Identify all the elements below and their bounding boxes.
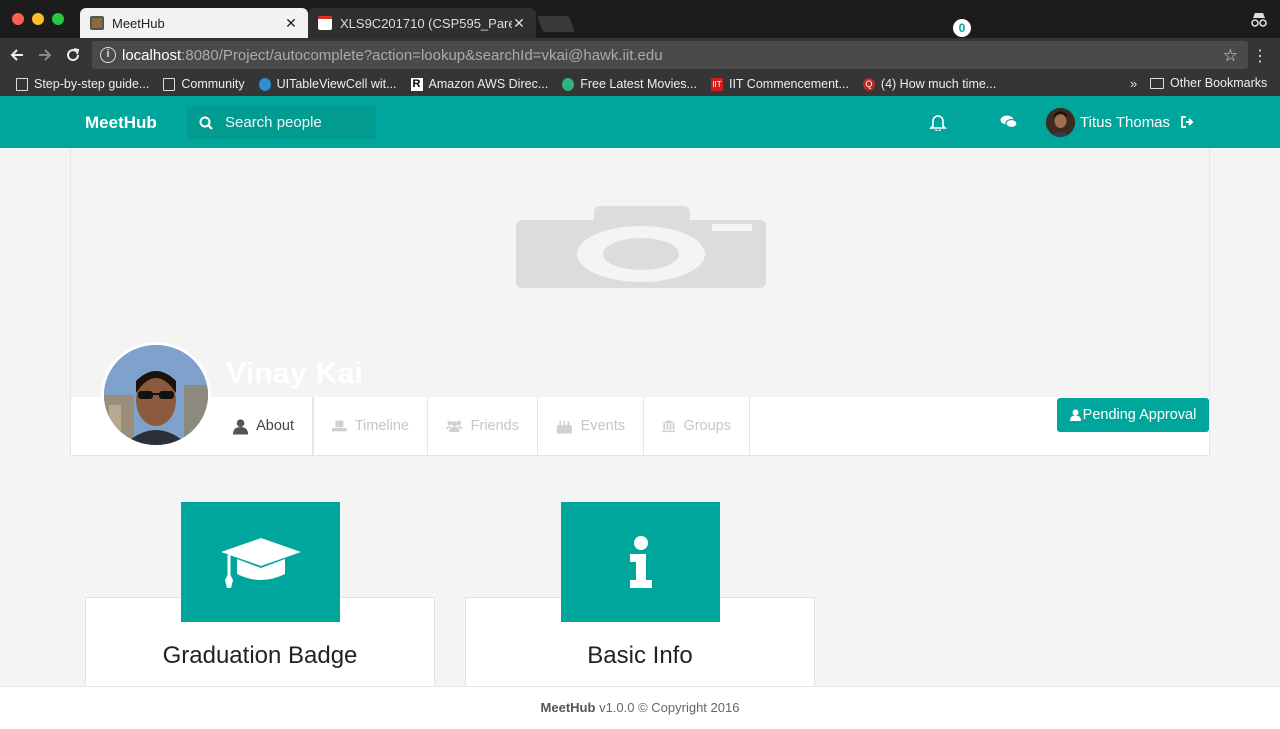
wordpress-icon bbox=[258, 77, 271, 91]
bell-icon[interactable] bbox=[929, 113, 947, 131]
search-icon[interactable] bbox=[187, 106, 225, 139]
play-icon bbox=[562, 77, 575, 91]
browser-menu-icon[interactable]: ⋮ bbox=[1252, 46, 1268, 66]
tab-label: Groups bbox=[683, 418, 731, 434]
close-tab-icon[interactable]: ✕ bbox=[512, 15, 526, 32]
bookmark-star-icon[interactable]: ☆ bbox=[1223, 46, 1238, 66]
bookmark-label: Amazon AWS Direc... bbox=[428, 77, 549, 91]
chat-icon[interactable] bbox=[1000, 114, 1018, 130]
profile-name: Vinay Kai bbox=[226, 357, 364, 390]
bookmark-label: IIT Commencement... bbox=[728, 77, 849, 91]
url-text: localhost:8080/Project/autocomplete?acti… bbox=[122, 46, 663, 64]
reload-icon[interactable] bbox=[64, 46, 82, 64]
bookmark-item[interactable]: Free Latest Movies... bbox=[562, 77, 697, 91]
bookmark-item[interactable]: Step-by-step guide... bbox=[16, 77, 149, 91]
cake-icon bbox=[556, 421, 572, 434]
timeline-icon bbox=[332, 420, 347, 432]
folder-icon bbox=[1150, 77, 1164, 89]
basic-info-card-header bbox=[561, 502, 720, 622]
pending-approval-label: Pending Approval bbox=[1082, 407, 1197, 423]
info-icon bbox=[629, 536, 652, 588]
site-info-icon[interactable]: i bbox=[100, 47, 116, 63]
card-title: Basic Info bbox=[587, 642, 693, 669]
bank-icon bbox=[662, 419, 676, 433]
iit-icon: IIT bbox=[710, 77, 723, 91]
close-tab-icon[interactable]: ✕ bbox=[284, 15, 298, 32]
tab-label: About bbox=[256, 418, 294, 434]
tab-timeline[interactable]: Timeline bbox=[313, 397, 428, 455]
tab-label: Timeline bbox=[354, 418, 409, 434]
notification-count-badge: 0 bbox=[953, 19, 971, 37]
minimize-window-button[interactable] bbox=[32, 13, 44, 25]
browser-tab-bar: MeetHub ✕ XLS9C201710 (CSP595_Pare ✕ bbox=[0, 0, 1280, 38]
maximize-window-button[interactable] bbox=[52, 13, 64, 25]
current-user-avatar[interactable] bbox=[1046, 108, 1075, 137]
graduation-cap-icon bbox=[220, 538, 301, 588]
graduation-badge-card-header bbox=[181, 502, 340, 622]
user-icon bbox=[1069, 409, 1081, 421]
profile-avatar bbox=[101, 342, 211, 448]
footer: MeetHub v1.0.0 © Copyright 2016 bbox=[0, 686, 1280, 729]
user-icon bbox=[233, 418, 249, 435]
other-bookmarks-button[interactable]: Other Bookmarks bbox=[1150, 76, 1267, 90]
bookmark-item[interactable]: Community bbox=[163, 77, 245, 91]
profile-tabs: About Timeline Friends Events Groups bbox=[70, 397, 1210, 456]
new-tab-button[interactable] bbox=[537, 16, 575, 32]
address-bar[interactable]: i localhost:8080/Project/autocomplete?ac… bbox=[92, 41, 1248, 69]
bookmark-label: Step-by-step guide... bbox=[34, 77, 150, 91]
quora-icon: Q bbox=[862, 77, 875, 91]
incognito-icon bbox=[1251, 13, 1267, 27]
bookmark-label: UITableViewCell wit... bbox=[276, 77, 397, 91]
doc-icon bbox=[163, 77, 176, 91]
bookmarks-overflow-button[interactable]: » bbox=[1130, 76, 1137, 91]
card-title: Graduation Badge bbox=[162, 642, 358, 669]
meethub-favicon-icon bbox=[90, 16, 104, 30]
bookmark-label: (4) How much time... bbox=[880, 77, 997, 91]
camera-placeholder-icon bbox=[516, 206, 766, 288]
search-input[interactable] bbox=[225, 114, 365, 131]
tab-title: MeetHub bbox=[112, 15, 165, 31]
gmail-favicon-icon bbox=[318, 16, 332, 30]
bookmark-item[interactable]: Q (4) How much time... bbox=[862, 77, 997, 91]
doc-icon bbox=[16, 77, 28, 91]
forward-arrow-icon[interactable] bbox=[36, 46, 54, 64]
r-icon: R bbox=[410, 77, 423, 91]
footer-copyright: v1.0.0 © Copyright 2016 bbox=[599, 700, 740, 715]
logout-icon[interactable] bbox=[1181, 116, 1195, 128]
bookmark-item[interactable]: R Amazon AWS Direc... bbox=[410, 77, 549, 91]
pending-approval-button[interactable]: Pending Approval bbox=[1057, 398, 1209, 432]
tab-label: Friends bbox=[470, 418, 519, 434]
tab-events[interactable]: Events bbox=[538, 397, 644, 455]
brand-logo[interactable]: MeetHub bbox=[85, 113, 157, 133]
tab-groups[interactable]: Groups bbox=[644, 397, 750, 455]
tab-friends[interactable]: Friends bbox=[428, 397, 538, 455]
tab-label: Events bbox=[580, 418, 625, 434]
tab-title: XLS9C201710 (CSP595_Pare bbox=[340, 15, 512, 31]
browser-tab-meethub[interactable]: MeetHub ✕ bbox=[80, 8, 308, 38]
friends-icon bbox=[446, 420, 463, 433]
bookmark-item[interactable]: UITableViewCell wit... bbox=[258, 77, 397, 91]
bookmark-item[interactable]: IIT IIT Commencement... bbox=[710, 77, 849, 91]
tab-about[interactable]: About bbox=[215, 397, 313, 455]
search-box bbox=[187, 106, 376, 139]
bookmark-label: Community bbox=[181, 77, 245, 91]
close-window-button[interactable] bbox=[12, 13, 24, 25]
back-arrow-icon[interactable] bbox=[8, 46, 26, 64]
bookmark-label: Free Latest Movies... bbox=[580, 77, 697, 91]
bookmarks-bar: Step-by-step guide... Community UITableV… bbox=[0, 72, 1280, 96]
browser-tab-gmail[interactable]: XLS9C201710 (CSP595_Pare ✕ bbox=[308, 8, 536, 38]
current-user-name[interactable]: Titus Thomas bbox=[1080, 114, 1170, 131]
footer-brand: MeetHub bbox=[540, 700, 596, 715]
other-bookmarks-label: Other Bookmarks bbox=[1170, 76, 1268, 90]
